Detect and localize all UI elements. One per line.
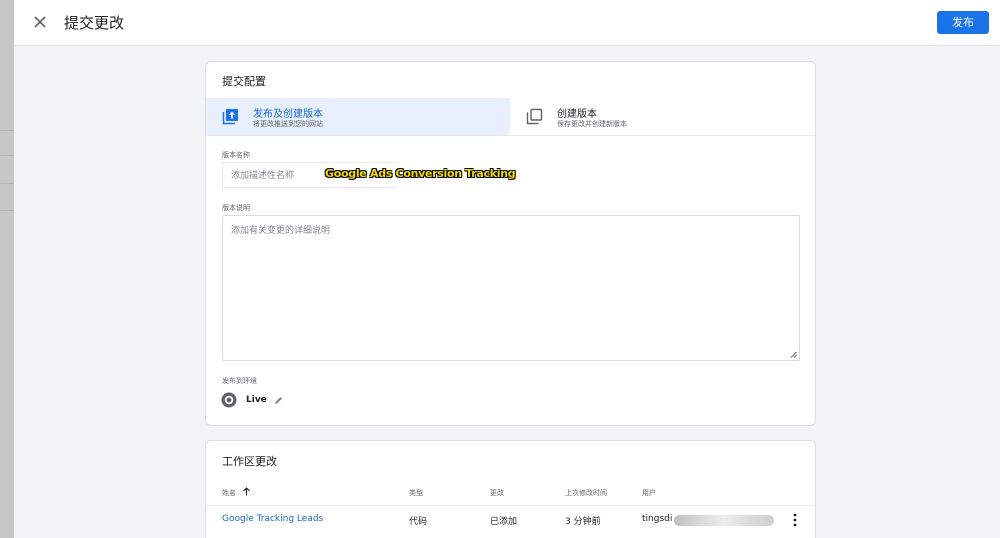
tag-name-link[interactable]: Google Tracking Leads <box>222 514 323 524</box>
row-change: 已添加 <box>490 517 518 527</box>
redacted-email <box>674 515 774 526</box>
env-label: 发布到环境 <box>222 377 257 385</box>
more-vert-icon[interactable] <box>790 512 800 528</box>
workspace-changes-card: 工作区更改 姓名 类型 更改 上次修改时间 用户 Google Tracking… <box>205 440 816 538</box>
environment-icon <box>221 392 237 408</box>
publish-button[interactable]: 发布 <box>937 11 989 34</box>
version-desc-label: 版本说明 <box>222 204 250 212</box>
option-subtitle: 将更改推送到您的网站 <box>253 120 323 128</box>
option-title: 发布及创建版本 <box>253 109 323 120</box>
option-publish-and-create[interactable]: 发布及创建版本 将更改推送到您的网站 <box>206 98 510 135</box>
page-title: 提交更改 <box>64 14 125 32</box>
background-page <box>0 0 14 538</box>
column-header-change: 更改 <box>490 489 504 497</box>
copy-icon <box>526 108 543 125</box>
column-header-name[interactable]: 姓名 <box>222 488 236 498</box>
pencil-icon[interactable] <box>273 395 284 406</box>
textarea-placeholder: 添加有关变更的详细说明 <box>231 226 331 236</box>
submit-changes-panel: 提交更改 发布 提交配置 发布及创建版本 将更改推送到您的网站 创建版本 保存更… <box>14 0 1000 538</box>
column-header-modified: 上次修改时间 <box>565 489 607 497</box>
divider <box>206 135 815 136</box>
resize-handle-icon[interactable] <box>790 351 797 358</box>
version-desc-textarea[interactable]: 添加有关变更的详细说明 <box>222 215 800 361</box>
top-bar: 提交更改 发布 <box>14 0 1000 46</box>
submission-config-card: 提交配置 发布及创建版本 将更改推送到您的网站 创建版本 保存更改并创建新版本 … <box>205 61 816 426</box>
column-header-user: 用户 <box>642 489 656 497</box>
watermark-overlay: Google Ads Conversion Tracking <box>325 167 516 180</box>
option-create-version[interactable]: 创建版本 保存更改并创建新版本 <box>510 98 815 135</box>
option-subtitle: 保存更改并创建新版本 <box>557 120 627 128</box>
row-user: tingsdi <box>642 514 673 524</box>
arrow-up-icon[interactable] <box>242 487 251 496</box>
option-title: 创建版本 <box>557 109 597 120</box>
row-type: 代码 <box>409 517 428 527</box>
card-title: 工作区更改 <box>222 455 277 468</box>
table-row: Google Tracking Leads 代码 已添加 3 分钟前 tings… <box>206 505 815 536</box>
environment-name: Live <box>246 395 267 405</box>
row-modified: 3 分钟前 <box>565 517 601 527</box>
version-name-label: 版本名称 <box>222 151 250 159</box>
column-header-type: 类型 <box>409 489 423 497</box>
close-button[interactable] <box>29 11 51 33</box>
card-title: 提交配置 <box>222 75 266 88</box>
close-icon <box>34 16 46 28</box>
publish-icon <box>222 109 238 125</box>
